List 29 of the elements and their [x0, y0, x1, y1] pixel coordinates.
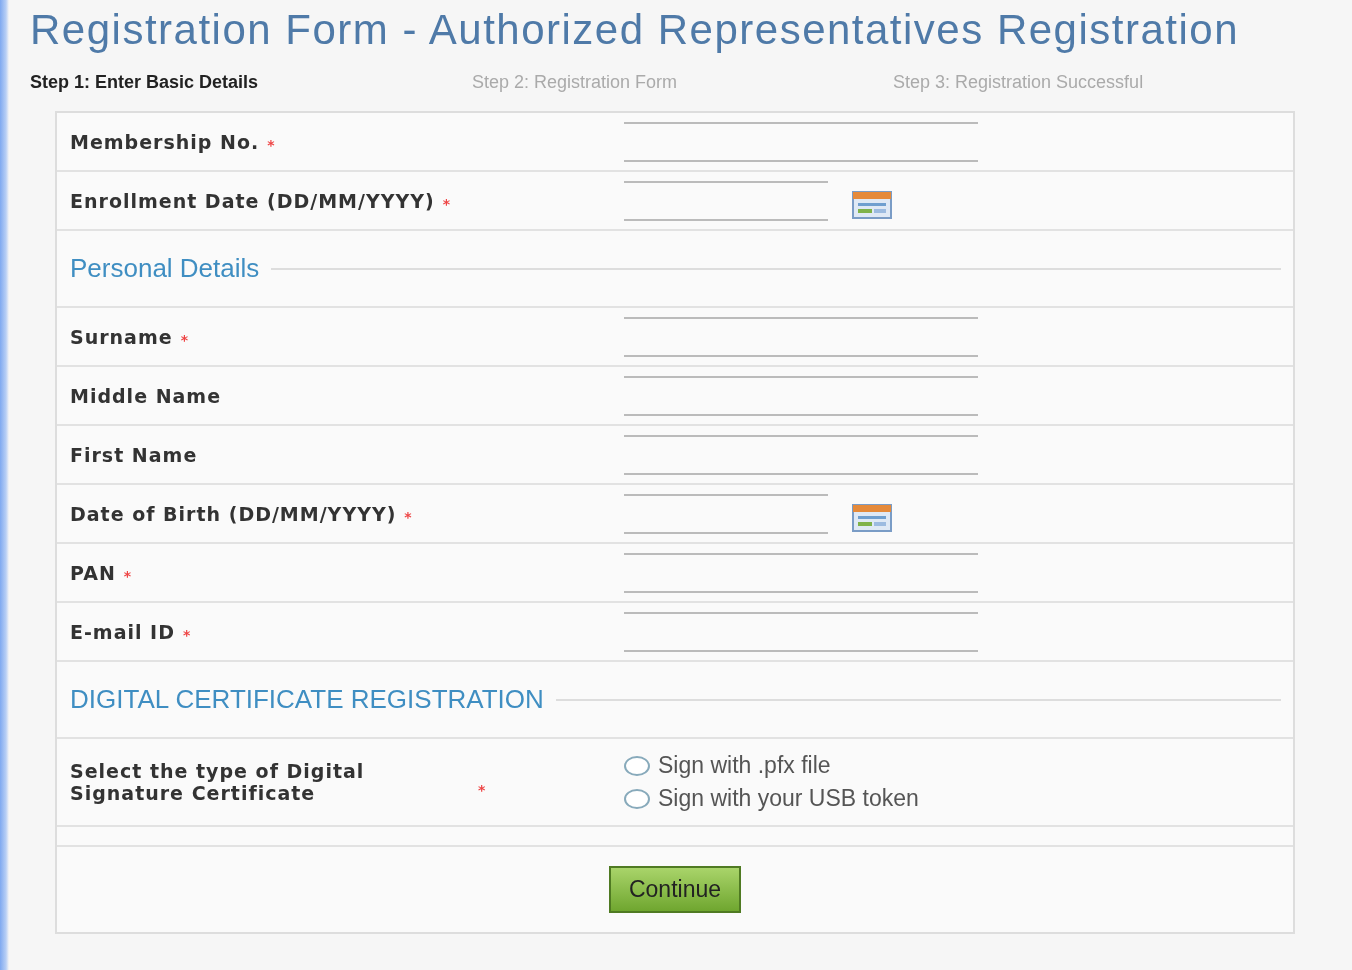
continue-button[interactable]: Continue	[608, 866, 742, 913]
radio-button[interactable]	[624, 755, 650, 776]
field-label: Middle Name	[70, 384, 222, 407]
field-label: Enrollment Date (DD/MM/YYYY)	[70, 189, 435, 212]
field-label: PAN	[70, 561, 116, 584]
field-label: E-mail ID	[70, 620, 175, 643]
field-label: Membership No.	[70, 130, 260, 153]
field-label: Date of Birth (DD/MM/YYYY)	[70, 502, 397, 525]
step-label: Step 1: Enter Basic Details	[30, 72, 260, 93]
radio-button[interactable]	[624, 788, 650, 809]
option-label: Sign with your USB token	[658, 785, 919, 812]
required-mark: *	[442, 195, 451, 212]
option-label: Sign with .pfx file	[658, 752, 831, 779]
calendar-icon[interactable]	[852, 190, 892, 219]
required-mark: *	[182, 626, 192, 643]
field-label: First Name	[70, 443, 198, 466]
field-label: Select the type of Digital Signature Certificate	[70, 760, 366, 804]
step-label: Step 3: Registration Successful	[893, 72, 1145, 93]
section-heading: DIGITAL CERTIFICATE REGISTRATION	[70, 684, 544, 715]
required-mark: *	[478, 782, 487, 798]
field-label: Surname	[70, 325, 173, 348]
required-mark: *	[123, 567, 133, 584]
required-mark: *	[267, 136, 276, 153]
step-label: Step 2: Registration Form	[472, 72, 679, 93]
required-mark: *	[404, 508, 413, 525]
page-title: Registration Form - Authorized Representatives Registration	[30, 6, 1240, 54]
calendar-icon[interactable]	[852, 503, 892, 532]
required-mark: *	[180, 331, 189, 348]
section-heading: Personal Details	[70, 253, 260, 284]
